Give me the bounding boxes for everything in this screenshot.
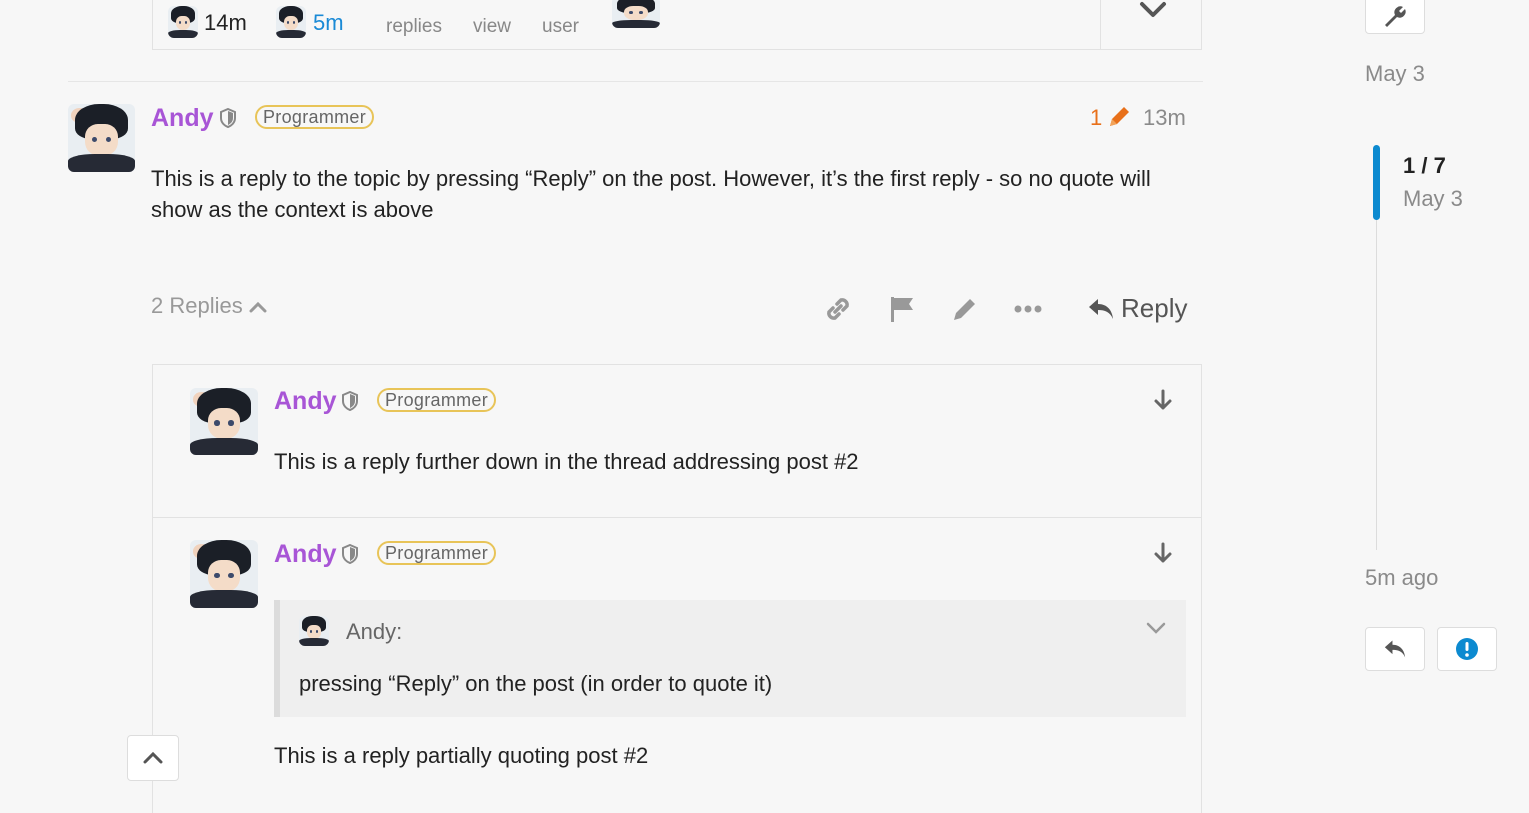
timeline-scroller[interactable] xyxy=(1373,145,1380,220)
avatar[interactable] xyxy=(276,6,306,38)
reply-body: This is a reply partially quoting post #… xyxy=(274,743,649,768)
chevron-down-icon[interactable] xyxy=(1145,620,1167,636)
users-label: user xyxy=(542,16,579,37)
post-date[interactable]: 13m xyxy=(1143,105,1186,131)
scroll-top-button[interactable] xyxy=(127,735,179,781)
avatar[interactable] xyxy=(190,388,258,455)
arrow-down-icon[interactable] xyxy=(1151,388,1175,412)
alert-icon xyxy=(1456,638,1478,660)
created-time: 14m xyxy=(204,10,247,35)
last-reply-time[interactable]: 5m xyxy=(313,10,344,36)
reply-button[interactable]: Reply xyxy=(1087,293,1187,324)
reply-body: This is a reply further down in the thre… xyxy=(274,449,859,474)
avatar[interactable] xyxy=(612,0,660,28)
reply-username[interactable]: Andy xyxy=(274,540,337,569)
replies-label: replies xyxy=(386,16,442,37)
divider xyxy=(68,81,1203,82)
shield-icon xyxy=(342,391,358,411)
timeline-position: 1 / 7 xyxy=(1403,153,1446,178)
wrench-icon xyxy=(1385,6,1406,27)
divider xyxy=(152,517,1202,518)
arrow-down-icon[interactable] xyxy=(1151,541,1175,565)
edit-count[interactable]: 1 xyxy=(1090,105,1102,131)
replies-toggle-label: 2 Replies xyxy=(151,293,243,318)
notification-button[interactable] xyxy=(1437,627,1497,671)
reply-icon xyxy=(1089,298,1113,319)
post-body: This is a reply to the topic by pressing… xyxy=(151,166,1151,222)
post-username[interactable]: Andy xyxy=(151,104,214,133)
timeline-reply-button[interactable] xyxy=(1365,627,1425,671)
chevron-up-icon xyxy=(249,302,267,313)
reply-button-label: Reply xyxy=(1121,293,1188,323)
avatar[interactable] xyxy=(168,6,198,38)
user-title-badge: Programmer xyxy=(377,388,497,412)
timeline-end-label[interactable]: 5m ago xyxy=(1365,565,1438,591)
link-icon[interactable] xyxy=(823,294,853,324)
views-label: view xyxy=(473,16,512,37)
quote-block xyxy=(274,600,1186,717)
chevron-up-icon xyxy=(143,751,163,764)
timeline-position-date: May 3 xyxy=(1403,186,1463,211)
user-title-badge: Programmer xyxy=(377,541,497,565)
shield-icon xyxy=(342,544,358,564)
quote-text: pressing “Reply” on the post (in order t… xyxy=(299,671,773,696)
avatar[interactable] xyxy=(190,540,258,608)
topic-map xyxy=(152,0,1202,50)
edit-icon[interactable] xyxy=(950,294,980,324)
flag-icon[interactable] xyxy=(887,294,917,324)
user-title-badge: Programmer xyxy=(255,105,375,129)
chevron-down-icon[interactable] xyxy=(1138,0,1168,20)
avatar[interactable] xyxy=(299,616,329,646)
pencil-icon[interactable] xyxy=(1106,104,1132,130)
more-icon[interactable] xyxy=(1013,302,1043,316)
timeline-start-date[interactable]: May 3 xyxy=(1365,61,1425,87)
topic-map-divider xyxy=(1100,0,1101,49)
shield-icon xyxy=(220,108,236,128)
quote-author: Andy: xyxy=(346,619,403,644)
admin-wrench-button[interactable] xyxy=(1365,0,1425,34)
reply-icon xyxy=(1384,640,1406,658)
reply-username[interactable]: Andy xyxy=(274,387,337,416)
avatar[interactable] xyxy=(68,104,135,172)
replies-toggle[interactable]: 2 Replies xyxy=(151,293,267,319)
